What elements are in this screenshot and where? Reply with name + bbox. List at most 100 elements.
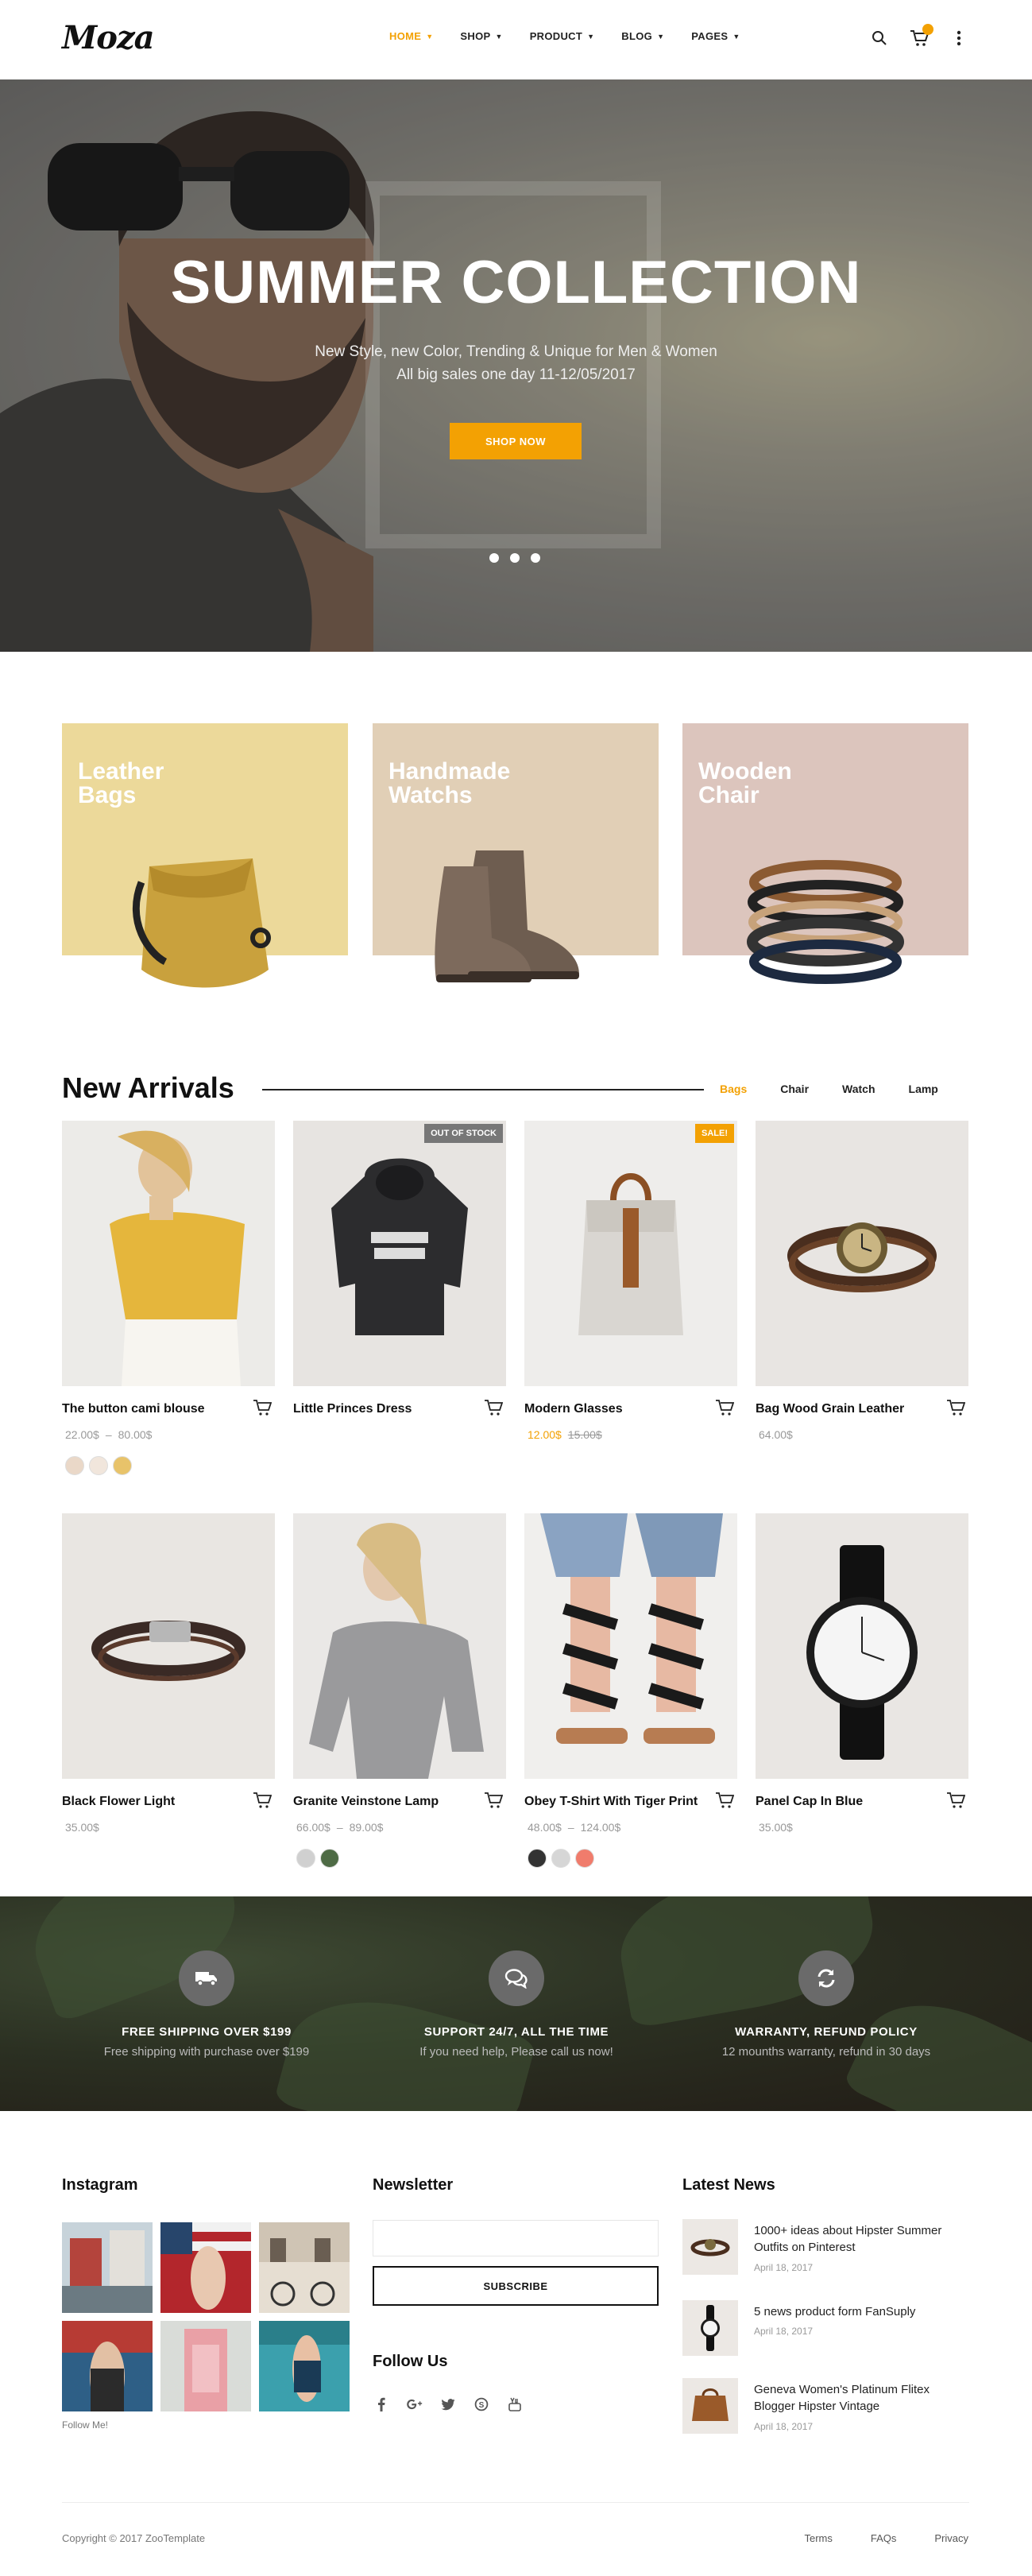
instagram-photo[interactable]	[62, 2222, 153, 2313]
tab-chair[interactable]: Chair	[780, 1083, 809, 1095]
product-price: 48.00$ –124.00$	[528, 1821, 621, 1834]
swatch[interactable]	[320, 1849, 339, 1868]
subscribe-button[interactable]: SUBSCRIBE	[373, 2266, 659, 2306]
newsletter-email-input[interactable]	[373, 2220, 659, 2256]
hero-subtitle-1: New Style, new Color, Trending & Unique …	[315, 343, 717, 360]
add-to-cart-icon[interactable]	[946, 1792, 966, 1811]
product-price: 35.00$	[759, 1821, 793, 1834]
swatch[interactable]	[296, 1849, 315, 1868]
color-swatches	[296, 1849, 339, 1868]
slider-dot-1[interactable]	[489, 553, 499, 563]
product-name[interactable]: Granite Veinstone Lamp	[293, 1795, 439, 1809]
color-swatches	[65, 1456, 132, 1475]
add-to-cart-icon[interactable]	[715, 1792, 735, 1811]
google-plus-icon[interactable]	[406, 2396, 423, 2413]
product-card: Granite Veinstone Lamp 66.00$ –89.00$	[293, 1513, 506, 1868]
add-to-cart-icon[interactable]	[253, 1792, 272, 1811]
swatch[interactable]	[575, 1849, 594, 1868]
product-image[interactable]	[62, 1513, 275, 1779]
out-of-stock-badge: OUT OF STOCK	[424, 1124, 503, 1143]
skype-icon[interactable]: S	[473, 2396, 490, 2413]
add-to-cart-icon[interactable]	[484, 1792, 504, 1811]
refresh-icon	[798, 1950, 854, 2006]
add-to-cart-icon[interactable]	[484, 1399, 504, 1418]
product-name[interactable]: Little Princes Dress	[293, 1402, 412, 1416]
logo[interactable]: Moza	[62, 19, 155, 56]
add-to-cart-icon[interactable]	[715, 1399, 735, 1418]
slider-dot-2[interactable]	[510, 553, 520, 563]
product-image[interactable]: OUT OF STOCK	[293, 1121, 506, 1386]
privacy-link[interactable]: Privacy	[934, 2532, 968, 2544]
product-price: 22.00$ –80.00$	[65, 1428, 153, 1441]
chat-bubbles-icon	[489, 1950, 544, 2006]
service-title: SUPPORT 24/7, ALL THE TIME	[423, 2025, 609, 2039]
terms-link[interactable]: Terms	[804, 2532, 832, 2544]
instagram-photo[interactable]	[160, 2222, 251, 2313]
product-image[interactable]	[756, 1121, 968, 1386]
product-name[interactable]: Black Flower Light	[62, 1795, 175, 1809]
service-support: SUPPORT 24/7, ALL THE TIME If you need h…	[350, 1950, 683, 2059]
faqs-link[interactable]: FAQs	[871, 2532, 897, 2544]
category-handmade-watchs[interactable]: Handmade Watchs	[373, 723, 659, 982]
product-name[interactable]: Panel Cap In Blue	[756, 1795, 863, 1809]
product-name[interactable]: Obey T-Shirt With Tiger Print	[524, 1795, 698, 1809]
product-name[interactable]: Bag Wood Grain Leather	[756, 1402, 904, 1416]
arrivals-tabs: Bags Chair Watch Lamp	[720, 1083, 972, 1095]
swatch[interactable]	[551, 1849, 570, 1868]
instagram-photo[interactable]	[259, 2222, 350, 2313]
nav-shop[interactable]: SHOP ▼	[460, 30, 502, 42]
bag-image	[132, 858, 271, 988]
add-to-cart-icon[interactable]	[946, 1399, 966, 1418]
news-title[interactable]: 5 news product form FanSuply	[754, 2303, 968, 2320]
tab-lamp[interactable]: Lamp	[909, 1083, 938, 1095]
chevron-down-icon: ▼	[732, 32, 740, 41]
product-name[interactable]: Modern Glasses	[524, 1402, 623, 1416]
youtube-icon[interactable]	[506, 2396, 524, 2413]
cart-icon[interactable]	[908, 24, 933, 49]
slider-dot-3[interactable]	[531, 553, 540, 563]
product-price: 66.00$ –89.00$	[296, 1821, 384, 1834]
slider-dots	[489, 553, 540, 563]
service-title: FREE SHIPPING OVER $199	[122, 2025, 292, 2039]
news-date: April 18, 2017	[754, 2262, 814, 2273]
product-image[interactable]	[524, 1513, 737, 1779]
news-thumbnail[interactable]	[682, 2300, 738, 2356]
nav-product[interactable]: PRODUCT ▼	[530, 30, 595, 42]
swatch[interactable]	[89, 1456, 108, 1475]
product-card: Panel Cap In Blue 35.00$	[756, 1513, 968, 1834]
swatch[interactable]	[65, 1456, 84, 1475]
tab-bags[interactable]: Bags	[720, 1083, 747, 1095]
product-card: Black Flower Light 35.00$	[62, 1513, 275, 1834]
swatch[interactable]	[113, 1456, 132, 1475]
instagram-photo[interactable]	[62, 2321, 153, 2411]
nav-blog[interactable]: BLOG ▼	[621, 30, 664, 42]
product-card: OUT OF STOCK Little Princes Dress	[293, 1121, 506, 1416]
nav-pages[interactable]: PAGES ▼	[691, 30, 740, 42]
category-leather-bags[interactable]: Leather Bags	[62, 723, 348, 988]
product-image[interactable]	[293, 1513, 506, 1779]
news-thumbnail[interactable]	[682, 2219, 738, 2275]
instagram-photo[interactable]	[160, 2321, 251, 2411]
add-to-cart-icon[interactable]	[253, 1399, 272, 1418]
news-title[interactable]: Geneva Women's Platinum Flitex Blogger H…	[754, 2381, 968, 2415]
product-price: 12.00$ 15.00$	[528, 1428, 602, 1441]
search-icon[interactable]	[868, 27, 891, 49]
swatch[interactable]	[528, 1849, 547, 1868]
product-image[interactable]	[756, 1513, 968, 1779]
category-wooden-chair[interactable]: Wooden Chair	[682, 723, 968, 984]
cart-badge	[922, 24, 933, 35]
instagram-photo[interactable]	[259, 2321, 350, 2411]
follow-me-link[interactable]: Follow Me!	[62, 2419, 108, 2431]
product-image[interactable]: SALE!	[524, 1121, 737, 1386]
more-vertical-icon[interactable]	[948, 27, 970, 49]
product-image[interactable]	[62, 1121, 275, 1386]
news-date: April 18, 2017	[754, 2326, 814, 2337]
tab-watch[interactable]: Watch	[842, 1083, 875, 1095]
nav-home[interactable]: HOME ▼	[389, 30, 433, 42]
facebook-icon[interactable]	[373, 2396, 390, 2413]
shop-now-button[interactable]: SHOP NOW	[450, 423, 582, 459]
product-name[interactable]: The button cami blouse	[62, 1402, 205, 1416]
twitter-icon[interactable]	[439, 2396, 457, 2413]
news-title[interactable]: 1000+ ideas about Hipster Summer Outfits…	[754, 2222, 968, 2256]
news-thumbnail[interactable]	[682, 2378, 738, 2434]
